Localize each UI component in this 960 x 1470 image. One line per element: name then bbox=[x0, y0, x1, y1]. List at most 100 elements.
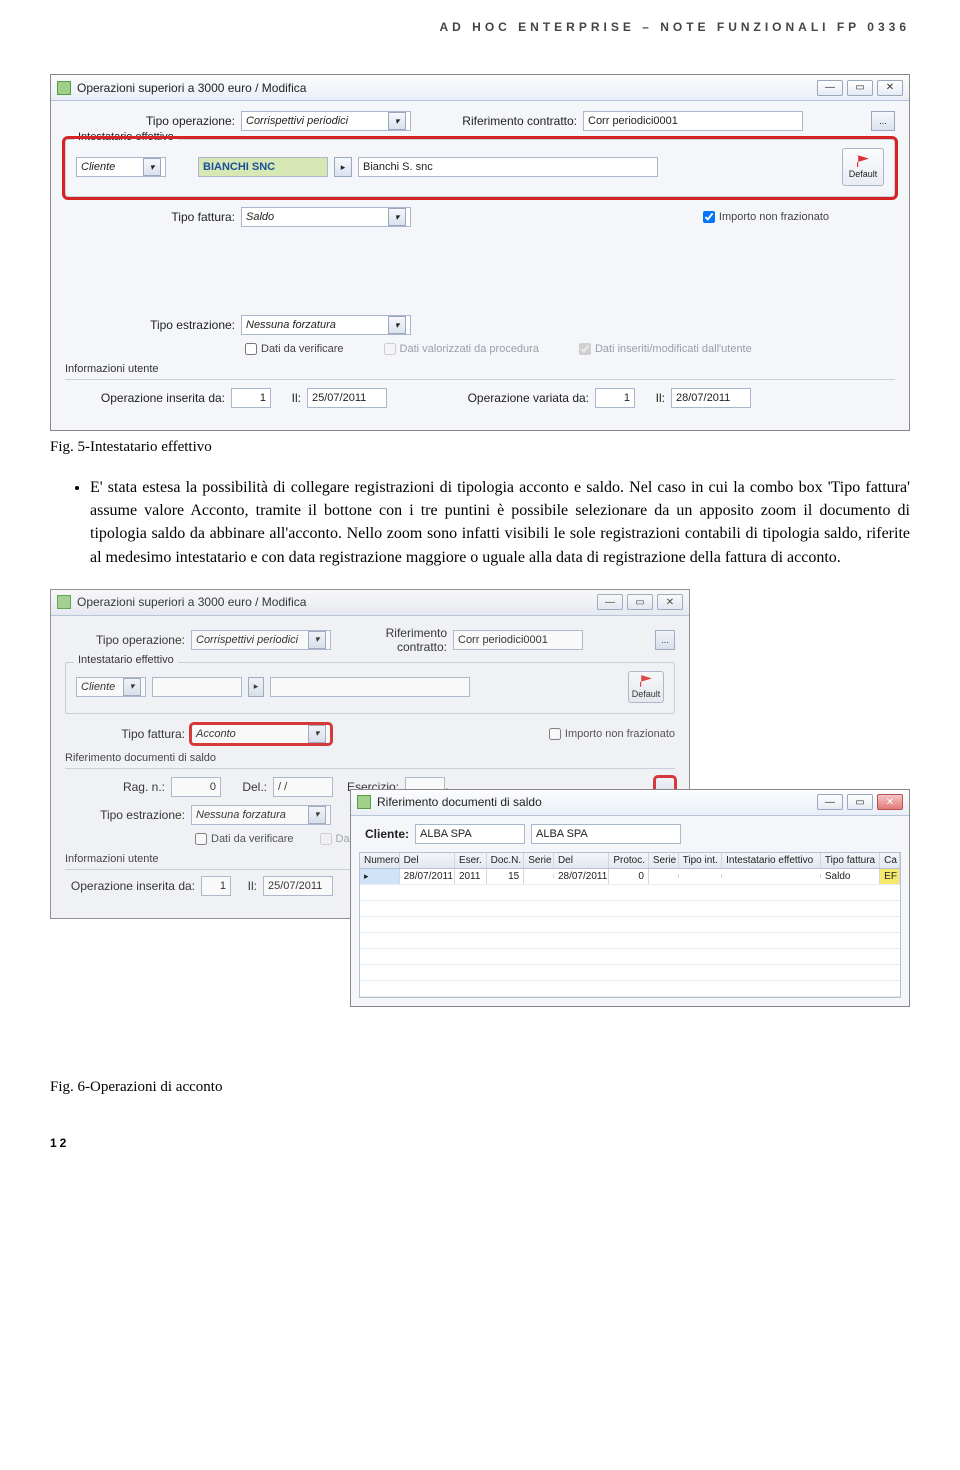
maximize-button[interactable]: ▭ bbox=[847, 794, 873, 810]
col-tipofattura: Tipo fattura bbox=[821, 853, 880, 868]
lookup-button[interactable]: ... bbox=[655, 630, 675, 650]
col-protoc: Protoc. bbox=[609, 853, 649, 868]
importo-non-frazionato-checkbox[interactable]: Importo non frazionato bbox=[703, 211, 829, 223]
cliente-combo[interactable]: Cliente ▾ bbox=[76, 157, 166, 177]
il-value: 25/07/2011 bbox=[263, 876, 333, 896]
tipo-fattura-label: Tipo fattura: bbox=[65, 727, 185, 741]
grid-header: Numero Del Eser. Doc.N. Serie Del Protoc… bbox=[360, 853, 900, 869]
checkbox-input bbox=[579, 343, 591, 355]
checkbox-input bbox=[320, 833, 332, 845]
del-label: Del.: bbox=[227, 780, 267, 794]
cliente-value: Cliente bbox=[81, 161, 115, 173]
tipo-estrazione-combo[interactable]: Nessuna forzatura ▾ bbox=[241, 315, 411, 335]
rag-n-value[interactable]: 0 bbox=[171, 777, 221, 797]
group-title: Intestatario effettivo bbox=[74, 654, 178, 666]
checkbox-input[interactable] bbox=[703, 211, 715, 223]
running-header: AD HOC ENTERPRISE – NOTE FUNZIONALI FP 0… bbox=[50, 20, 910, 74]
default-button[interactable]: Default bbox=[842, 148, 884, 186]
window-titlebar: Riferimento documenti di saldo — ▭ ✕ bbox=[351, 790, 909, 816]
lookup-button[interactable]: ... bbox=[871, 111, 895, 131]
list-item: E' stata estesa la possibilità di colleg… bbox=[90, 476, 910, 569]
intestatario-name-input[interactable]: Bianchi S. snc bbox=[358, 157, 658, 177]
window-title: Operazioni superiori a 3000 euro / Modif… bbox=[77, 81, 817, 95]
tipo-operazione-combo[interactable]: Corrispettivi periodici ▾ bbox=[241, 111, 411, 131]
il-label-2: Il: bbox=[641, 391, 665, 405]
tipo-fattura-label: Tipo fattura: bbox=[65, 210, 235, 224]
col-del: Del bbox=[400, 853, 455, 868]
cliente-name[interactable]: ALBA SPA bbox=[531, 824, 681, 844]
chevron-down-icon[interactable]: ▾ bbox=[388, 316, 406, 334]
app-icon bbox=[357, 795, 371, 809]
grid-row-empty bbox=[360, 965, 900, 981]
tipo-estrazione-value: Nessuna forzatura bbox=[246, 319, 336, 331]
checkbox-input[interactable] bbox=[195, 833, 207, 845]
cell bbox=[679, 874, 723, 878]
close-button[interactable]: ✕ bbox=[657, 594, 683, 610]
close-button[interactable]: ✕ bbox=[877, 794, 903, 810]
minimize-button[interactable]: — bbox=[817, 80, 843, 96]
maximize-button[interactable]: ▭ bbox=[627, 594, 653, 610]
tipo-estrazione-combo[interactable]: Nessuna forzatura▾ bbox=[191, 805, 331, 825]
lookup-small-button[interactable]: ▸ bbox=[334, 157, 352, 177]
figure-5-caption: Fig. 5-Intestatario effettivo bbox=[50, 439, 910, 456]
checkbox-label: Dati da verificare bbox=[211, 833, 294, 845]
rif-contratto-label: Riferimento contratto: bbox=[337, 626, 447, 654]
col-ca: Ca bbox=[880, 853, 900, 868]
rif-contratto-input[interactable]: Corr periodici0001 bbox=[583, 111, 803, 131]
dati-verificare-checkbox[interactable]: Dati da verificare bbox=[245, 343, 344, 355]
page-number: 12 bbox=[50, 1136, 910, 1150]
rif-contratto-input[interactable]: Corr periodici0001 bbox=[453, 630, 583, 650]
intestatario-code-input[interactable]: BIANCHI SNC bbox=[198, 157, 328, 177]
chevron-down-icon[interactable]: ▾ bbox=[308, 631, 326, 649]
tipo-operazione-value: Corrispettivi periodici bbox=[246, 115, 348, 127]
default-button[interactable]: Default bbox=[628, 671, 664, 703]
maximize-button[interactable]: ▭ bbox=[847, 80, 873, 96]
chevron-down-icon[interactable]: ▾ bbox=[308, 725, 326, 743]
del-value[interactable]: / / bbox=[273, 777, 333, 797]
col-numero: Numero bbox=[360, 853, 400, 868]
chevron-down-icon[interactable]: ▾ bbox=[388, 208, 406, 226]
checkbox-input[interactable] bbox=[245, 343, 257, 355]
checkbox-input bbox=[384, 343, 396, 355]
cell: 2011 bbox=[455, 869, 487, 884]
cell: Saldo bbox=[821, 869, 880, 884]
grid-row[interactable]: ▸ 28/07/2011 2011 15 28/07/2011 0 Saldo … bbox=[360, 869, 900, 885]
figure-6-caption: Fig. 6-Operazioni di acconto bbox=[50, 1079, 910, 1096]
chevron-down-icon[interactable]: ▾ bbox=[143, 158, 161, 176]
tipo-operazione-label: Tipo operazione: bbox=[65, 114, 235, 128]
cliente-code[interactable]: ALBA SPA bbox=[415, 824, 525, 844]
grid-row-empty bbox=[360, 901, 900, 917]
cliente-label: Cliente: bbox=[359, 827, 409, 841]
tipo-estrazione-label: Tipo estrazione: bbox=[65, 808, 185, 822]
tipo-fattura-combo[interactable]: Saldo ▾ bbox=[241, 207, 411, 227]
minimize-button[interactable]: — bbox=[817, 794, 843, 810]
app-icon bbox=[57, 81, 71, 95]
tipo-estrazione-label: Tipo estrazione: bbox=[65, 318, 235, 332]
importo-checkbox[interactable]: Importo non frazionato bbox=[549, 728, 675, 740]
intestatario-name[interactable] bbox=[270, 677, 470, 697]
results-grid[interactable]: Numero Del Eser. Doc.N. Serie Del Protoc… bbox=[359, 852, 901, 998]
lookup-small-button[interactable]: ▸ bbox=[248, 677, 264, 697]
chevron-down-icon[interactable]: ▾ bbox=[388, 112, 406, 130]
cliente-combo[interactable]: Cliente▾ bbox=[76, 677, 146, 697]
tipo-operazione-combo[interactable]: Corrispettivi periodici▾ bbox=[191, 630, 331, 650]
tipo-operazione-label: Tipo operazione: bbox=[65, 633, 185, 647]
window-titlebar: Operazioni superiori a 3000 euro / Modif… bbox=[51, 75, 909, 101]
minimize-button[interactable]: — bbox=[597, 594, 623, 610]
combo-value: Acconto bbox=[196, 728, 236, 740]
dati-verificare-checkbox[interactable]: Dati da verificare bbox=[195, 833, 294, 845]
il-label: Il: bbox=[237, 879, 257, 893]
bullet-list: E' stata estesa la possibilità di colleg… bbox=[90, 476, 910, 569]
checkbox-label: Dati inseriti/modificati dall'utente bbox=[595, 343, 752, 355]
checkbox-input[interactable] bbox=[549, 728, 561, 740]
cell: ▸ bbox=[360, 869, 400, 884]
close-button[interactable]: ✕ bbox=[877, 80, 903, 96]
chevron-down-icon[interactable]: ▾ bbox=[308, 806, 326, 824]
flag-icon bbox=[640, 675, 652, 687]
intestatario-code[interactable] bbox=[152, 677, 242, 697]
col-serie: Serie bbox=[524, 853, 554, 868]
default-label: Default bbox=[632, 689, 661, 699]
chevron-down-icon[interactable]: ▾ bbox=[123, 678, 141, 696]
op-inserita-value: 1 bbox=[231, 388, 271, 408]
tipo-fattura-combo[interactable]: Acconto ▾ bbox=[191, 724, 331, 744]
